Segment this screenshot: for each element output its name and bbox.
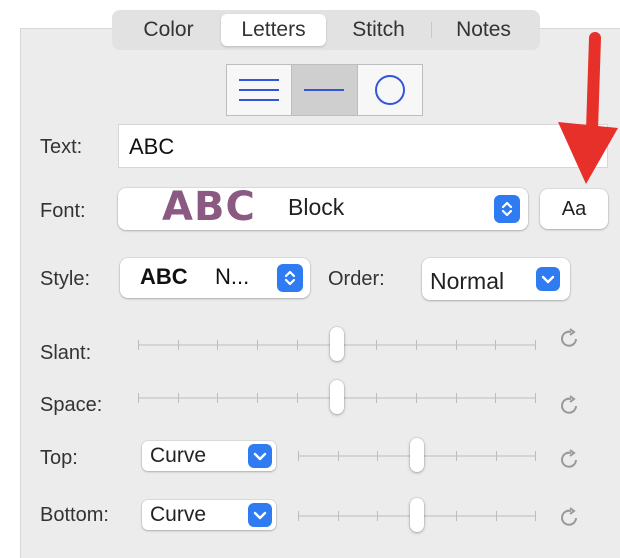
text-label: Text:	[40, 136, 83, 158]
chevron-down-icon[interactable]	[536, 267, 560, 291]
slider-thumb[interactable]	[410, 498, 424, 532]
slider-tick	[535, 340, 536, 350]
space-label: Space:	[40, 394, 103, 416]
mode-circle-button[interactable]	[358, 65, 422, 115]
mode-single-line-button[interactable]	[292, 65, 358, 115]
space-slider[interactable]	[138, 380, 536, 414]
font-name: Block	[288, 194, 345, 220]
slider-tick	[415, 393, 417, 403]
slider-tick	[415, 340, 417, 350]
slider-tick	[257, 340, 259, 350]
bottom-reset-icon[interactable]	[558, 505, 582, 529]
lettering-mode-control	[226, 64, 423, 116]
horizontal-lines-icon	[239, 79, 280, 101]
top-shape-popup[interactable]: Curve	[142, 441, 276, 471]
font-preview: ABC	[162, 184, 256, 230]
tab-stitch[interactable]: Stitch	[326, 14, 431, 46]
order-value: Normal	[430, 268, 505, 294]
bottom-shape-value: Curve	[150, 503, 207, 526]
slider-tick	[217, 340, 219, 350]
style-preview: ABC	[140, 264, 188, 289]
slider-tick	[377, 511, 378, 521]
text-input[interactable]: ABC	[118, 124, 608, 168]
slider-tick	[138, 393, 139, 403]
slider-tick	[177, 393, 179, 403]
top-label: Top:	[40, 447, 78, 469]
tab-letters[interactable]: Letters	[221, 14, 326, 46]
mode-multiline-button[interactable]	[227, 65, 293, 115]
slider-tick	[535, 451, 536, 461]
slider-tick	[138, 340, 139, 350]
slider-tick	[455, 340, 457, 350]
chevron-down-icon	[248, 444, 272, 468]
slider-thumb[interactable]	[330, 327, 344, 361]
bottom-shape-popup[interactable]: Curve	[142, 500, 276, 530]
tab-color[interactable]: Color	[116, 14, 221, 46]
slider-tick	[376, 393, 378, 403]
slant-label: Slant:	[40, 342, 92, 364]
top-shape-value: Curve	[150, 444, 207, 467]
slider-tick	[495, 511, 497, 521]
slider-tick	[337, 451, 339, 461]
chevron-down-icon	[248, 503, 272, 527]
space-reset-icon[interactable]	[558, 393, 582, 417]
slant-slider[interactable]	[138, 327, 536, 361]
tab-bar: Color Letters Stitch Notes	[112, 10, 540, 50]
slider-thumb[interactable]	[410, 438, 424, 472]
order-label: Order:	[328, 268, 385, 290]
top-slider[interactable]	[298, 438, 536, 472]
bottom-slider[interactable]	[298, 498, 536, 532]
slider-tick	[456, 511, 457, 521]
slider-tick	[495, 340, 497, 350]
slider-tick	[535, 393, 536, 403]
single-line-icon	[304, 89, 345, 91]
slider-tick	[377, 451, 378, 461]
slider-tick	[456, 451, 457, 461]
tab-notes[interactable]: Notes	[431, 14, 536, 46]
slider-tick	[298, 451, 299, 461]
slider-tick	[296, 393, 298, 403]
font-label: Font:	[40, 200, 86, 222]
slider-tick	[337, 511, 339, 521]
style-stepper-icon[interactable]	[277, 264, 303, 292]
circle-icon	[374, 75, 405, 105]
slider-tick	[495, 393, 497, 403]
slider-tick	[535, 511, 536, 521]
slider-tick	[495, 451, 497, 461]
slider-tick	[455, 393, 457, 403]
slant-reset-icon[interactable]	[558, 326, 582, 350]
bottom-label: Bottom:	[40, 504, 109, 526]
slider-tick	[217, 393, 219, 403]
slider-tick	[298, 511, 299, 521]
style-name: N...	[215, 264, 250, 289]
slider-tick	[376, 340, 378, 350]
font-picker-button[interactable]: Aa	[540, 189, 608, 229]
red-arrow-annotation	[558, 32, 618, 184]
top-reset-icon[interactable]	[558, 447, 582, 471]
slider-tick	[177, 340, 179, 350]
font-stepper-icon[interactable]	[494, 195, 520, 223]
slider-tick	[257, 393, 259, 403]
slider-thumb[interactable]	[330, 380, 344, 414]
style-label: Style:	[40, 268, 91, 290]
slider-tick	[296, 340, 298, 350]
